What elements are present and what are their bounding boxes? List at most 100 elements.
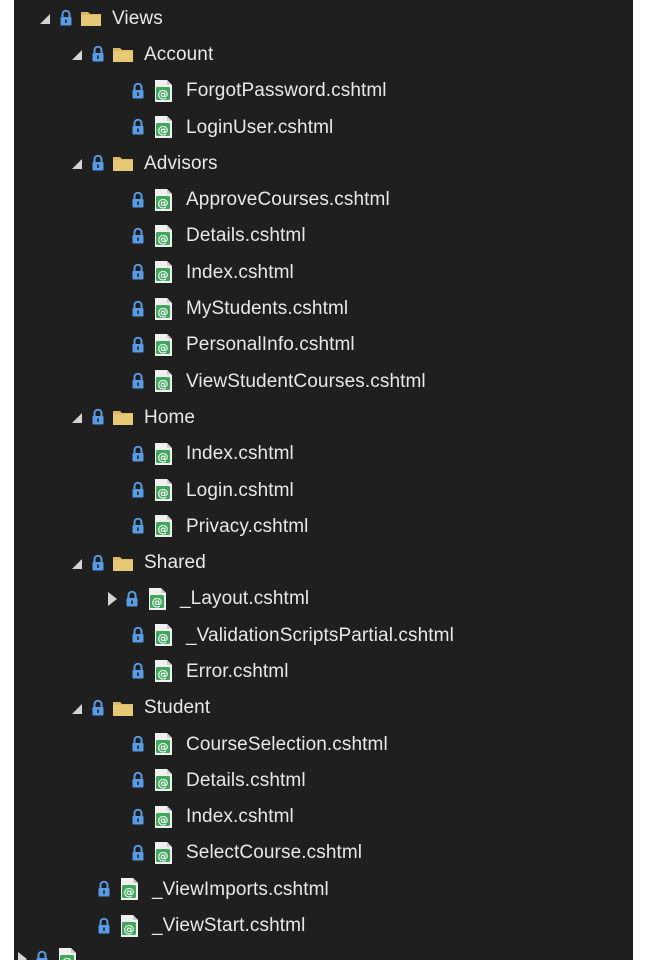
tree-file-row[interactable]: @ Index.cshtml: [14, 254, 633, 290]
lock-icon: [60, 9, 72, 26]
svg-text:@: @: [158, 269, 169, 282]
tree-file-row[interactable]: @ Index.cshtml: [14, 436, 633, 472]
svg-text:@: @: [152, 595, 163, 608]
file-label: _ViewImports.cshtml: [152, 878, 329, 900]
tree-file-row[interactable]: @ ApproveCourses.cshtml: [14, 181, 633, 217]
svg-text:@: @: [158, 777, 169, 790]
tree-folder-row[interactable]: Student: [14, 690, 633, 726]
file-label: Error.cshtml: [186, 660, 289, 682]
tree-file-row[interactable]: @ Login.cshtml: [14, 472, 633, 508]
tree-file-row[interactable]: @ PersonalInfo.cshtml: [14, 327, 633, 363]
lock-icon: [132, 82, 144, 99]
file-label: CourseSelection.cshtml: [186, 733, 388, 755]
lock-icon: [132, 191, 144, 208]
svg-text:@: @: [158, 487, 169, 500]
folder-label: Account: [144, 43, 214, 65]
tree-folder-row[interactable]: Advisors: [14, 145, 633, 181]
tree-file-row[interactable]: @ _Layout.cshtml: [14, 581, 633, 617]
expanded-arrow-icon[interactable]: [70, 156, 84, 170]
svg-text:@: @: [158, 232, 169, 245]
svg-text:@: @: [158, 124, 169, 137]
svg-text:@: @: [158, 87, 169, 100]
lock-icon: [132, 227, 144, 244]
file-label: Details.cshtml: [186, 225, 306, 247]
tree-file-row[interactable]: @ Index.cshtml: [14, 799, 633, 835]
razor-file-icon: @: [155, 841, 172, 864]
tree-file-row[interactable]: @: [14, 944, 633, 960]
razor-file-icon: @: [155, 188, 172, 211]
file-label: SelectCourse.cshtml: [186, 842, 363, 864]
tree-file-row[interactable]: @ CourseSelection.cshtml: [14, 726, 633, 762]
tree-file-row[interactable]: @ _ViewImports.cshtml: [14, 871, 633, 907]
tree-file-row[interactable]: @ Error.cshtml: [14, 653, 633, 689]
tree-file-row[interactable]: @ ForgotPassword.cshtml: [14, 73, 633, 109]
lock-icon: [98, 917, 110, 934]
expanded-arrow-icon[interactable]: [70, 47, 84, 61]
folder-icon: [113, 157, 133, 172]
lock-icon: [132, 336, 144, 353]
razor-file-icon: @: [155, 224, 172, 247]
lock-icon: [132, 481, 144, 498]
tree-file-row[interactable]: @ MyStudents.cshtml: [14, 290, 633, 326]
lock-icon: [92, 699, 104, 716]
svg-text:@: @: [158, 196, 169, 209]
tree-folder-row[interactable]: Shared: [14, 544, 633, 580]
tree-file-row[interactable]: @ LoginUser.cshtml: [14, 109, 633, 145]
file-label: Index.cshtml: [186, 806, 294, 828]
razor-file-icon: @: [155, 479, 172, 501]
expanded-arrow-icon[interactable]: [70, 701, 84, 715]
folder-label: Advisors: [144, 152, 218, 174]
tree-file-row[interactable]: @ Privacy.cshtml: [14, 508, 633, 544]
svg-text:@: @: [62, 955, 73, 960]
lock-icon: [132, 844, 144, 861]
razor-file-icon: @: [155, 624, 172, 647]
file-label: Login.cshtml: [186, 479, 294, 501]
lock-icon: [132, 118, 144, 135]
svg-text:@: @: [158, 523, 169, 536]
lock-icon: [92, 409, 104, 425]
svg-text:@: @: [158, 849, 169, 862]
razor-file-icon: @: [155, 442, 172, 465]
razor-file-icon: @: [149, 587, 166, 610]
collapsed-arrow-icon[interactable]: [104, 591, 118, 606]
folder-icon: [113, 48, 133, 63]
file-label: _ViewStart.cshtml: [152, 915, 306, 937]
file-label: Index.cshtml: [186, 261, 294, 283]
svg-text:@: @: [158, 668, 169, 681]
tree-file-row[interactable]: @ SelectCourse.cshtml: [14, 835, 633, 871]
file-label: ForgotPassword.cshtml: [186, 80, 387, 102]
tree-file-row[interactable]: @ Details.cshtml: [14, 218, 633, 254]
lock-icon: [92, 554, 104, 571]
expanded-arrow-icon[interactable]: [70, 410, 84, 424]
file-tree: Views Account @ ForgotPassword.cshtml @ Login…: [14, 0, 633, 960]
file-label: _ValidationScriptsPartial.cshtml: [186, 624, 454, 646]
collapsed-arrow-icon[interactable]: [14, 951, 28, 960]
tree-folder-row[interactable]: Home: [14, 399, 633, 435]
razor-file-icon: @: [59, 947, 76, 960]
razor-file-icon: @: [155, 515, 172, 538]
file-label: MyStudents.cshtml: [186, 298, 349, 320]
folder-label: Home: [144, 406, 196, 428]
tree-file-row[interactable]: @ _ViewStart.cshtml: [14, 907, 633, 943]
lock-icon: [92, 46, 104, 62]
lock-icon: [126, 590, 138, 607]
file-label: ApproveCourses.cshtml: [186, 189, 390, 211]
razor-file-icon: @: [155, 297, 172, 320]
folder-label: Views: [112, 7, 163, 29]
razor-file-icon: @: [155, 333, 172, 356]
tree-folder-row[interactable]: Views: [14, 0, 633, 36]
razor-file-icon: @: [155, 116, 172, 139]
tree-file-row[interactable]: @ _ValidationScriptsPartial.cshtml: [14, 617, 633, 653]
expanded-arrow-icon[interactable]: [38, 11, 52, 25]
expanded-arrow-icon[interactable]: [70, 556, 84, 570]
folder-label: Shared: [144, 552, 206, 574]
razor-file-icon: @: [155, 79, 172, 102]
file-label: Details.cshtml: [186, 769, 306, 791]
tree-folder-row[interactable]: Account: [14, 36, 633, 72]
lock-icon: [132, 300, 144, 317]
razor-file-icon: @: [155, 660, 172, 683]
lock-icon: [132, 772, 144, 788]
svg-text:@: @: [158, 813, 169, 826]
tree-file-row[interactable]: @ ViewStudentCourses.cshtml: [14, 363, 633, 399]
tree-file-row[interactable]: @ Details.cshtml: [14, 762, 633, 798]
